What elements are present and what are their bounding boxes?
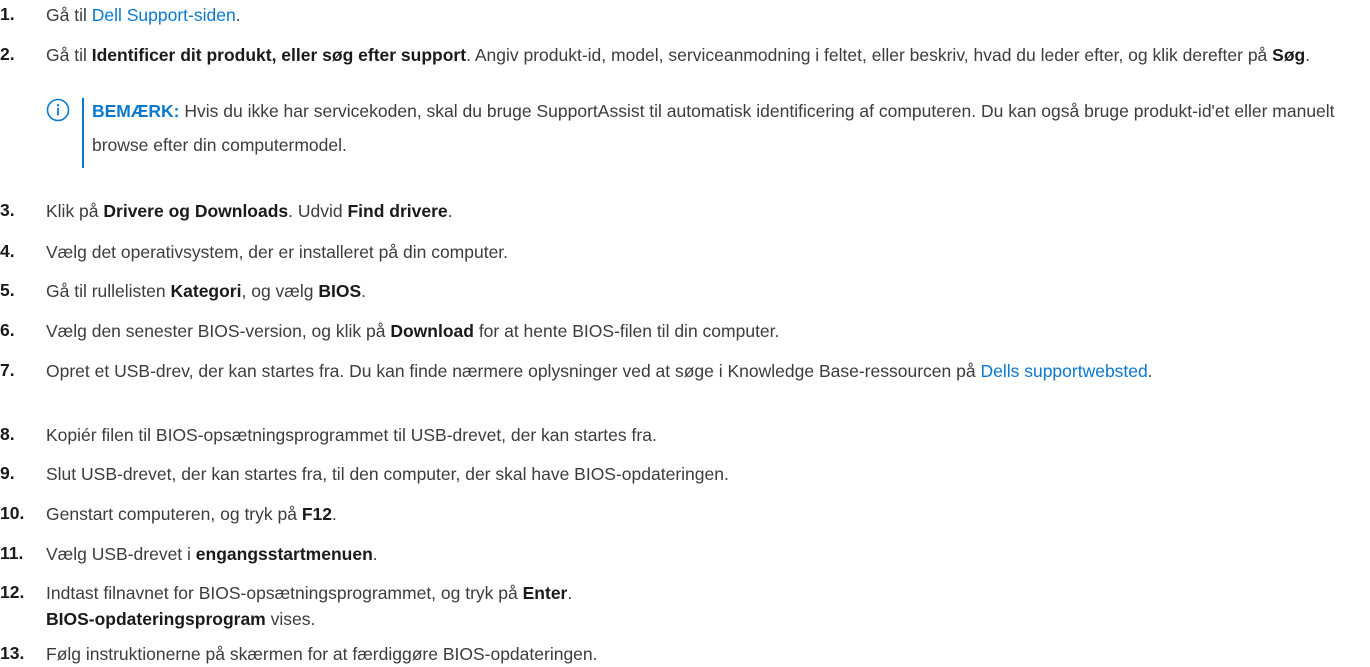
step-text: Gå til Identificer dit produkt, eller sø…	[46, 42, 1356, 68]
step-number: 5.	[0, 280, 15, 300]
step-number: 4.	[0, 241, 15, 261]
text-span: Vælg det operativsystem, der er installe…	[46, 242, 509, 262]
step-number: 1.	[0, 4, 15, 24]
step-number: 10.	[0, 503, 25, 523]
step-text: Gå til Dell Support-siden.	[46, 2, 1356, 28]
step-number: 12.	[0, 582, 25, 602]
emphasis-text: Identificer dit produkt, eller søg efter…	[91, 45, 467, 65]
text-span: Indtast filnavnet for BIOS-opsætningspro…	[46, 583, 523, 603]
step-number: 11.	[0, 543, 24, 563]
text-span: , og vælg	[241, 281, 319, 301]
text-span: for at hente BIOS-filen til din computer…	[473, 321, 780, 341]
text-span: Gå til	[46, 5, 92, 25]
step-number: 13.	[0, 643, 25, 663]
note-label: BEMÆRK:	[92, 101, 180, 121]
step-text: Vælg USB-drevet i engangsstartmenuen.	[46, 541, 1356, 567]
text-span: Opret et USB-drev, der kan startes fra. …	[46, 361, 981, 381]
step-number: 8.	[0, 424, 15, 444]
emphasis-text: Drivere og Downloads	[103, 201, 289, 221]
step-text: Indtast filnavnet for BIOS-opsætningspro…	[46, 580, 1356, 632]
emphasis-text: BIOS-opdateringsprogram	[46, 609, 266, 629]
text-span: Genstart computeren, og tryk på	[46, 504, 302, 524]
emphasis-text: Kategori	[170, 281, 242, 301]
link[interactable]: Dell Support-siden	[92, 5, 236, 25]
info-icon	[46, 98, 70, 122]
text-span: Følg instruktionerne på skærmen for at f…	[46, 644, 598, 664]
text-span: Klik på	[46, 201, 104, 221]
emphasis-text: engangsstartmenuen	[195, 544, 373, 564]
step-number: 3.	[0, 200, 15, 220]
text-span: Vælg USB-drevet i	[46, 544, 196, 564]
step-text: Klik på Drivere og Downloads. Udvid Find…	[46, 198, 1356, 224]
step-text: Gå til rullelisten Kategori, og vælg BIO…	[46, 278, 1356, 304]
emphasis-text: Find drivere	[347, 201, 448, 221]
note-divider	[82, 98, 84, 168]
text-span: Vælg den senester BIOS-version, og klik …	[46, 321, 391, 341]
step-text: Genstart computeren, og tryk på F12.	[46, 501, 1356, 527]
text-span: vises.	[265, 609, 316, 629]
text-span: Kopiér filen til BIOS-opsætningsprogramm…	[46, 425, 657, 445]
step-text: Følg instruktionerne på skærmen for at f…	[46, 641, 1356, 667]
step-text: Opret et USB-drev, der kan startes fra. …	[46, 358, 1356, 384]
emphasis-text: Søg	[1272, 45, 1306, 65]
emphasis-text: F12	[301, 504, 332, 524]
step-text: Vælg den senester BIOS-version, og klik …	[46, 318, 1356, 344]
link[interactable]: Dells supportwebsted	[980, 361, 1147, 381]
step-text: Vælg det operativsystem, der er installe…	[46, 239, 1356, 265]
note-box: BEMÆRK: Hvis du ikke har servicekoden, s…	[46, 94, 1366, 174]
text-span: Gå til rullelisten	[46, 281, 171, 301]
text-span: .	[331, 504, 337, 524]
text-span: . Angiv produkt-id, model, serviceanmodn…	[466, 45, 1273, 65]
text-span: .	[1305, 45, 1311, 65]
text-span: .	[372, 544, 378, 564]
emphasis-text: Download	[390, 321, 474, 341]
step-number: 2.	[0, 44, 15, 64]
text-span: . Udvid	[288, 201, 348, 221]
text-span: .	[361, 281, 367, 301]
emphasis-text: BIOS	[318, 281, 362, 301]
step-text: Kopiér filen til BIOS-opsætningsprogramm…	[46, 422, 1356, 448]
text-span: .	[567, 583, 573, 603]
step-text: Slut USB-drevet, der kan startes fra, ti…	[46, 461, 1356, 487]
text-span: .	[447, 201, 453, 221]
text-span: .	[1147, 361, 1153, 381]
emphasis-text: Enter	[522, 583, 568, 603]
text-span: Gå til	[46, 45, 92, 65]
text-span: .	[235, 5, 241, 25]
step-number: 9.	[0, 463, 15, 483]
note-text: BEMÆRK: Hvis du ikke har servicekoden, s…	[92, 94, 1370, 162]
step-number: 6.	[0, 320, 15, 340]
note-body: Hvis du ikke har servicekoden, skal du b…	[92, 101, 1335, 155]
text-span: Slut USB-drevet, der kan startes fra, ti…	[46, 464, 729, 484]
step-number: 7.	[0, 360, 15, 380]
